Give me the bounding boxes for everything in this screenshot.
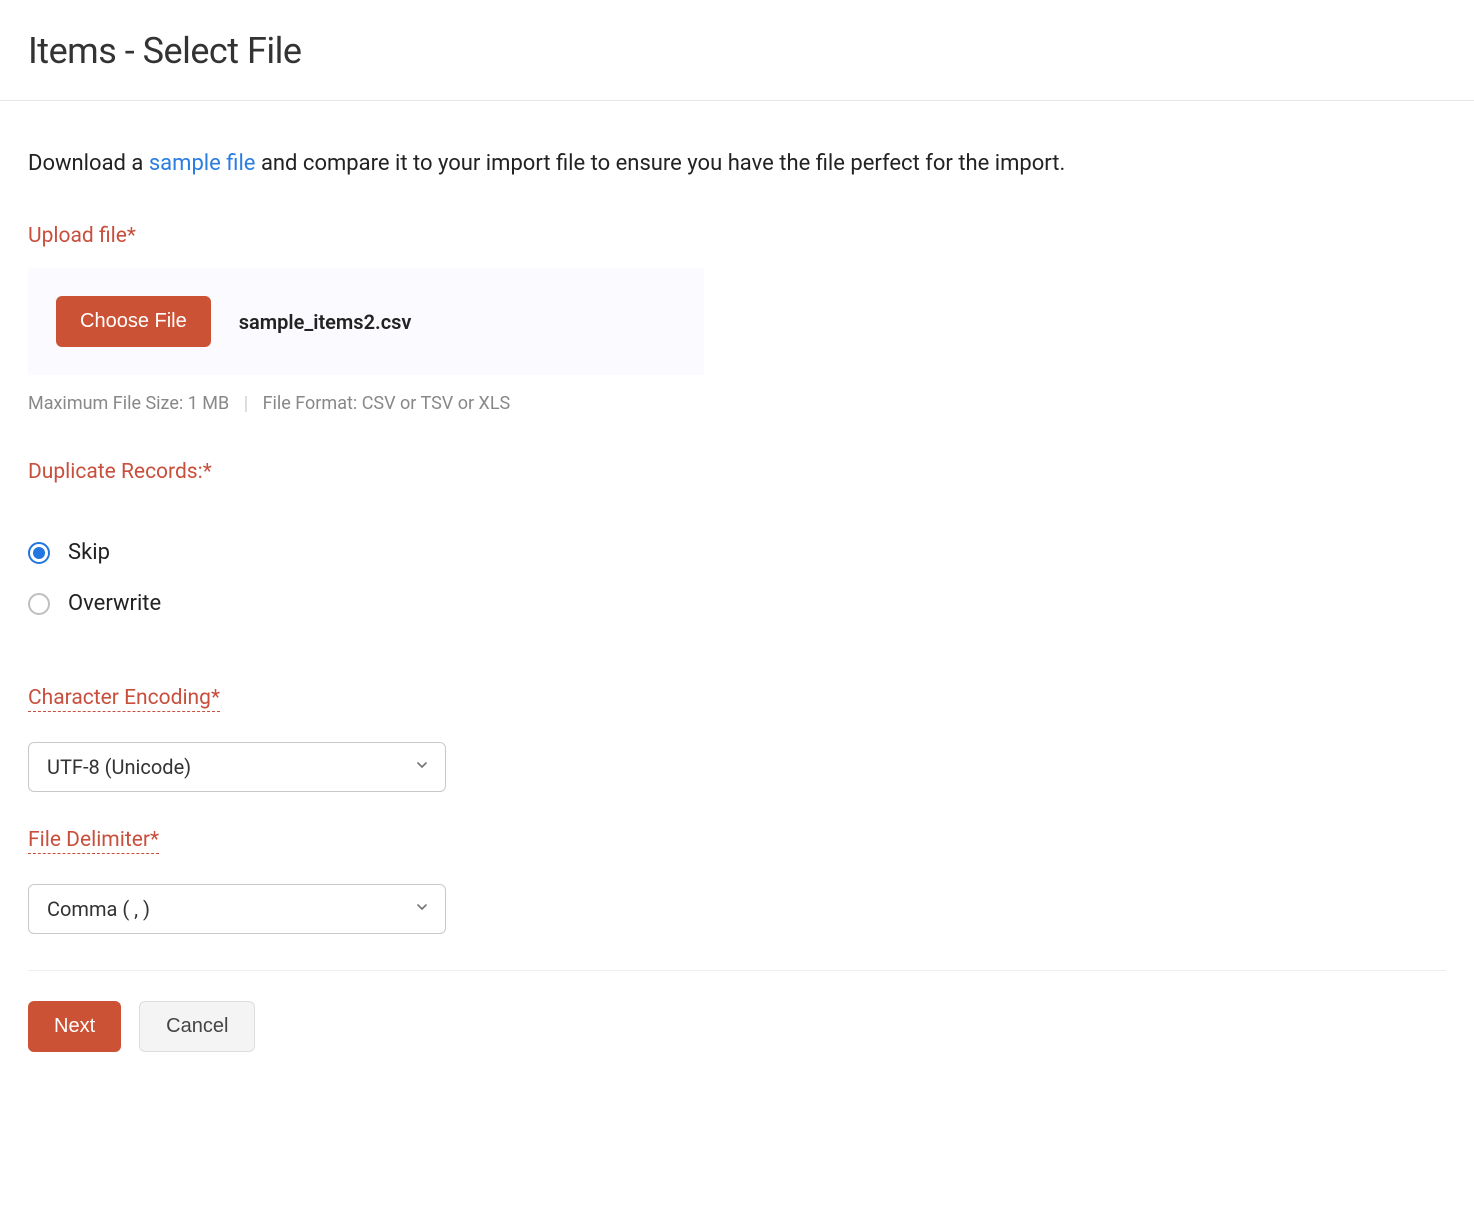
radio-skip[interactable]	[28, 542, 50, 564]
duplicate-records-label: Duplicate Records:*	[28, 460, 212, 484]
radio-overwrite-label: Overwrite	[68, 591, 161, 616]
delimiter-select-wrap: Comma ( , )	[28, 884, 446, 934]
delimiter-section: File Delimiter* Comma ( , )	[28, 828, 1446, 934]
encoding-select[interactable]: UTF-8 (Unicode)	[28, 742, 446, 792]
footer-actions: Next Cancel	[28, 1001, 1446, 1092]
page-header: Items - Select File	[0, 0, 1474, 101]
upload-area: Choose File sample_items2.csv	[28, 268, 704, 375]
duplicate-records-radio-group: Skip Overwrite	[28, 540, 1446, 616]
meta-separator: |	[244, 393, 248, 414]
page-content: Download a sample file and compare it to…	[0, 101, 1474, 1092]
delimiter-select[interactable]: Comma ( , )	[28, 884, 446, 934]
file-meta-format: File Format: CSV or TSV or XLS	[263, 393, 511, 414]
intro-text: Download a sample file and compare it to…	[28, 151, 1446, 176]
radio-skip-label: Skip	[68, 540, 110, 565]
sample-file-link[interactable]: sample file	[149, 151, 256, 176]
choose-file-button[interactable]: Choose File	[56, 296, 211, 347]
file-meta: Maximum File Size: 1 MB | File Format: C…	[28, 393, 1446, 414]
delimiter-value: Comma ( , )	[47, 897, 150, 921]
footer-divider	[28, 970, 1446, 971]
file-meta-size: Maximum File Size: 1 MB	[28, 393, 229, 414]
intro-prefix: Download a	[28, 151, 149, 176]
encoding-section: Character Encoding* UTF-8 (Unicode)	[28, 686, 1446, 792]
next-button[interactable]: Next	[28, 1001, 121, 1052]
radio-row-skip[interactable]: Skip	[28, 540, 1446, 565]
page-title: Items - Select File	[28, 30, 1474, 72]
duplicate-records-section: Duplicate Records:* Skip Overwrite	[28, 460, 1446, 616]
upload-section: Upload file* Choose File sample_items2.c…	[28, 224, 1446, 414]
radio-row-overwrite[interactable]: Overwrite	[28, 591, 1446, 616]
upload-label: Upload file*	[28, 224, 136, 248]
encoding-label: Character Encoding*	[28, 686, 220, 712]
radio-overwrite[interactable]	[28, 593, 50, 615]
intro-suffix: and compare it to your import file to en…	[255, 151, 1065, 176]
encoding-select-wrap: UTF-8 (Unicode)	[28, 742, 446, 792]
encoding-value: UTF-8 (Unicode)	[47, 755, 191, 779]
selected-filename: sample_items2.csv	[239, 310, 412, 334]
cancel-button[interactable]: Cancel	[139, 1001, 255, 1052]
delimiter-label: File Delimiter*	[28, 828, 159, 854]
